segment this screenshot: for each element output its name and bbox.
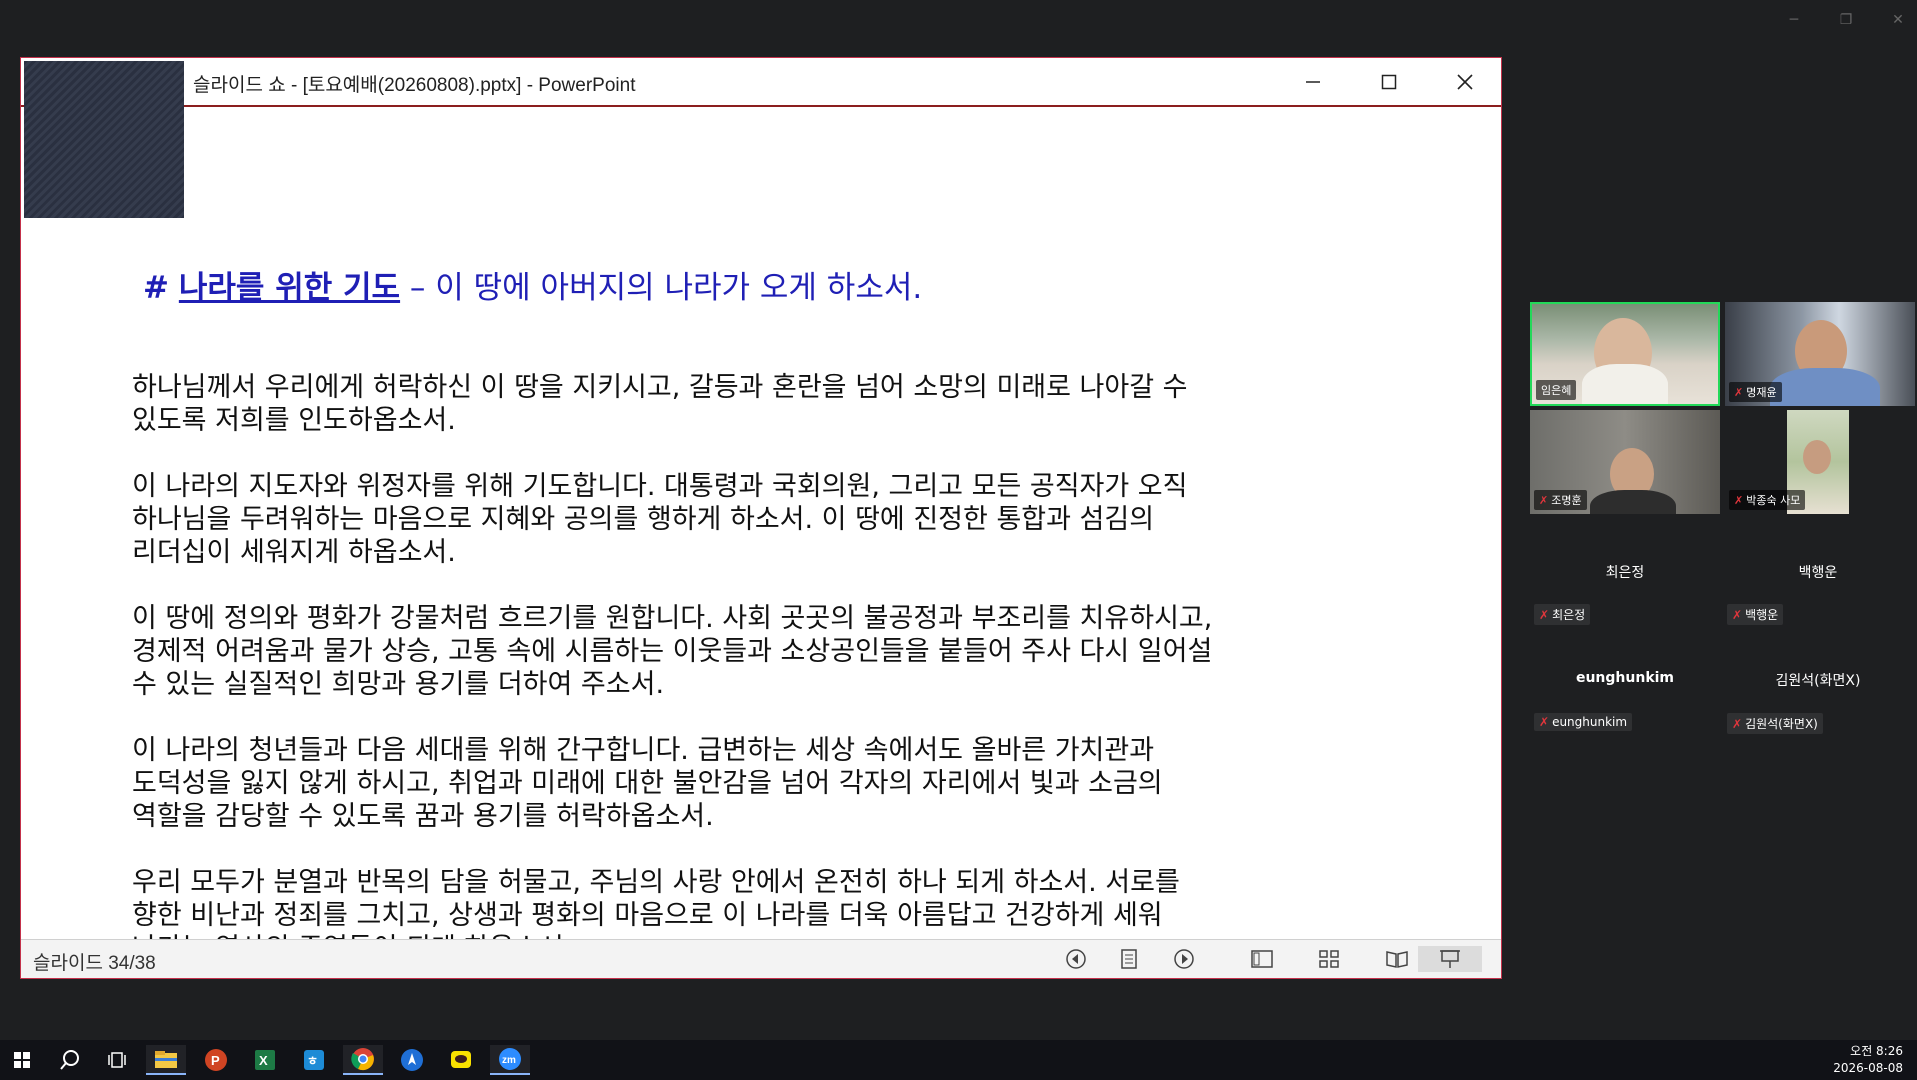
video-tile[interactable]: ✗ 박종숙 사모 — [1725, 410, 1915, 514]
next-icon — [1174, 949, 1194, 969]
arrow-app-icon[interactable] — [392, 1045, 432, 1075]
maximize-button[interactable] — [1361, 64, 1417, 100]
slide-sorter-button[interactable] — [1314, 946, 1344, 972]
status-bar: 슬라이드 34/38 — [21, 939, 1501, 978]
slide-sorter-icon — [1319, 950, 1339, 968]
heading-strong: 나라를 위한 기도 — [178, 270, 401, 306]
file-explorer-icon[interactable] — [146, 1045, 186, 1075]
heading-hash: # — [143, 270, 169, 306]
maximize-icon — [1381, 74, 1397, 90]
close-icon[interactable]: ✕ — [1891, 12, 1905, 28]
participant-name: ✗ 명재윤 — [1729, 382, 1782, 402]
video-tile[interactable]: ✗ 조명훈 — [1530, 410, 1720, 514]
mic-muted-icon: ✗ — [1539, 494, 1549, 507]
window-title: 슬라이드 쇼 - [토요예배(20260808).pptx] - PowerPo… — [193, 75, 636, 96]
share-window-controls: ─ ❐ ✕ — [1787, 12, 1905, 28]
powerpoint-icon[interactable]: P — [196, 1045, 236, 1075]
svg-text:X: X — [259, 1053, 268, 1068]
start-icon[interactable] — [2, 1045, 42, 1075]
camera-overlay — [24, 61, 184, 218]
taskbar: P X ㅎ zm 오전 8:26 2026-08-08 — [0, 1040, 1917, 1080]
slide-paragraph: 이 땅에 정의와 평화가 강물처럼 흐르기를 원합니다. 사회 곳곳의 불공정과… — [132, 603, 1213, 700]
powerpoint-window: 슬라이드 쇼 - [토요예배(20260808).pptx] - PowerPo… — [20, 57, 1502, 979]
mic-muted-icon: ✗ — [1734, 494, 1744, 507]
task-view-icon[interactable] — [98, 1045, 138, 1075]
participant-name: ✗ eunghunkim — [1534, 713, 1633, 731]
slideshow-view-button[interactable] — [1418, 946, 1482, 972]
zoom-icon[interactable]: zm — [490, 1045, 530, 1075]
mic-muted-icon: ✗ — [1732, 608, 1743, 622]
close-button[interactable] — [1437, 64, 1493, 100]
slide-paragraph: 하나님께서 우리에게 허락하신 이 땅을 지키시고, 갈등과 혼란을 넘어 소망… — [132, 372, 1188, 436]
slide-body: 하나님께서 우리에게 허락하신 이 땅을 지키시고, 갈등과 혼란을 넘어 소망… — [132, 371, 1372, 941]
menu-icon — [1121, 949, 1137, 969]
minimize-icon — [1306, 81, 1320, 83]
slide-paragraph: 이 나라의 청년들과 다음 세대를 위해 간구합니다. 급변하는 세상 속에서도… — [132, 735, 1163, 832]
participant-video — [1590, 490, 1676, 514]
next-slide-button[interactable] — [1169, 946, 1199, 972]
video-tile[interactable]: ✗ 명재윤 — [1725, 302, 1915, 406]
slide-paragraph: 이 나라의 지도자와 위정자를 위해 기도합니다. 대통령과 국회의원, 그리고… — [132, 471, 1188, 568]
svg-text:zm: zm — [502, 1055, 516, 1066]
mic-muted-icon: ✗ — [1734, 386, 1744, 399]
system-clock[interactable]: 오전 8:26 2026-08-08 — [1833, 1043, 1903, 1077]
participant-display-name[interactable]: 김원석(화면X) — [1723, 670, 1913, 690]
clock-date: 2026-08-08 — [1833, 1061, 1903, 1075]
participant-video — [1770, 368, 1880, 406]
restore-icon[interactable]: ❐ — [1839, 12, 1853, 28]
participant-video — [1582, 364, 1668, 404]
title-bar: 슬라이드 쇼 - [토요예배(20260808).pptx] - PowerPo… — [21, 58, 1501, 107]
participant-name: ✗ 최은정 — [1534, 604, 1591, 625]
participant-name: ✗ 박종숙 사모 — [1729, 490, 1806, 510]
video-tile[interactable]: 임은혜 — [1530, 302, 1720, 406]
normal-view-icon — [1251, 950, 1273, 968]
clock-time: 오전 8:26 — [1850, 1044, 1903, 1058]
previous-icon — [1066, 949, 1086, 969]
chrome-icon[interactable] — [343, 1045, 383, 1075]
mic-muted-icon: ✗ — [1732, 717, 1743, 731]
participant-display-name[interactable]: eunghunkim — [1530, 670, 1720, 686]
search-icon[interactable] — [50, 1045, 90, 1075]
slide-counter: 슬라이드 34/38 — [33, 953, 156, 974]
close-icon — [1457, 74, 1473, 90]
svg-text:P: P — [211, 1053, 220, 1068]
reading-view-button[interactable] — [1382, 946, 1412, 972]
kakaotalk-icon[interactable] — [441, 1045, 481, 1075]
participant-display-name[interactable]: 백행운 — [1723, 562, 1913, 582]
heading-rest: – 이 땅에 아버지의 나라가 오게 하소서. — [400, 270, 923, 306]
slideshow-icon — [1440, 950, 1460, 968]
slide-menu-button[interactable] — [1114, 946, 1144, 972]
reading-view-icon — [1386, 951, 1408, 968]
mic-muted-icon: ✗ — [1539, 608, 1550, 622]
participant-name: ✗ 백행운 — [1727, 604, 1784, 625]
excel-icon[interactable]: X — [245, 1045, 285, 1075]
normal-view-button[interactable] — [1247, 946, 1277, 972]
svg-text:ㅎ: ㅎ — [307, 1054, 318, 1068]
slide-canvas[interactable]: # 나라를 위한 기도 – 이 땅에 아버지의 나라가 오게 하소서. 하나님께… — [21, 107, 1501, 941]
minimize-button[interactable] — [1285, 64, 1341, 100]
participant-name: 임은혜 — [1536, 380, 1577, 400]
participant-name: ✗ 김원석(화면X) — [1727, 713, 1823, 734]
slide-heading: # 나라를 위한 기도 – 이 땅에 아버지의 나라가 오게 하소서. — [143, 262, 922, 307]
participant-name: ✗ 조명훈 — [1534, 490, 1587, 510]
minimize-icon[interactable]: ─ — [1787, 12, 1801, 28]
hancom-icon[interactable]: ㅎ — [294, 1045, 334, 1075]
participant-display-name[interactable]: 최은정 — [1530, 562, 1720, 582]
slide-paragraph: 우리 모두가 분열과 반목의 담을 허물고, 주님의 사랑 안에서 온전히 하나… — [132, 867, 1180, 941]
mic-muted-icon: ✗ — [1539, 715, 1550, 729]
previous-slide-button[interactable] — [1061, 946, 1091, 972]
